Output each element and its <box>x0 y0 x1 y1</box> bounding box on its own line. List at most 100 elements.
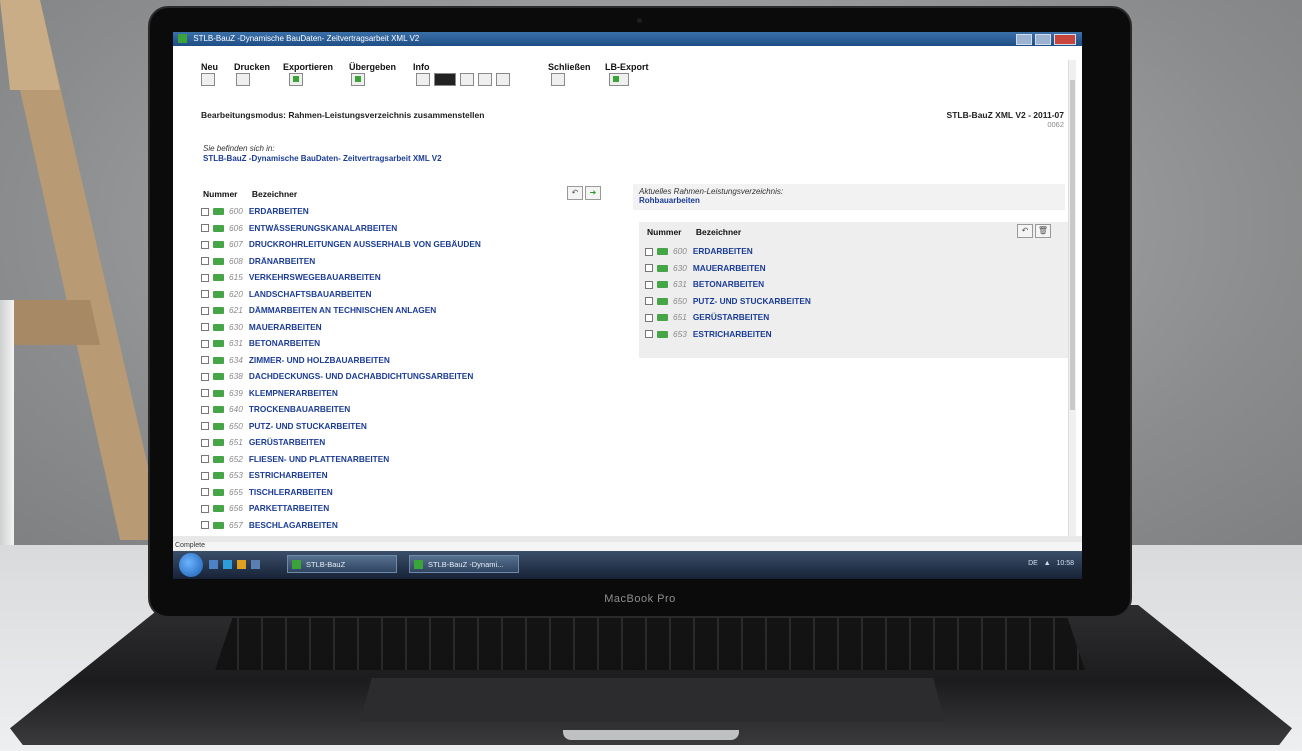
toolbar-close-label[interactable]: Schließen <box>548 62 591 72</box>
checkbox[interactable] <box>645 297 653 306</box>
export-icon[interactable] <box>289 73 303 86</box>
item-label[interactable]: DRÄNARBEITEN <box>249 256 315 266</box>
item-label[interactable]: ZIMMER- UND HOLZBAUARBEITEN <box>249 355 390 365</box>
list-item[interactable]: 615 VERKEHRSWEGEBAUARBEITEN <box>201 270 381 285</box>
item-label[interactable]: FLIESEN- UND PLATTENARBEITEN <box>249 454 389 464</box>
checkbox[interactable] <box>201 521 209 530</box>
checkbox[interactable] <box>645 264 653 273</box>
checkbox[interactable] <box>201 488 209 497</box>
list-item[interactable]: 620 LANDSCHAFTSBAUARBEITEN <box>201 287 371 302</box>
language-indicator[interactable]: DE <box>1028 560 1038 567</box>
list-item[interactable]: 651 GERÜSTARBEITEN <box>201 435 325 450</box>
item-label[interactable]: ERDARBEITEN <box>249 206 309 216</box>
mail-icon[interactable] <box>478 73 492 86</box>
item-label[interactable]: PARKETTARBEITEN <box>249 503 329 513</box>
list-item[interactable]: 606 ENTWÄSSERUNGSKANALARBEITEN <box>201 221 397 236</box>
browser-icon[interactable] <box>223 560 232 569</box>
list-item[interactable]: 634 ZIMMER- UND HOLZBAUARBEITEN <box>201 353 390 368</box>
window-icon[interactable] <box>496 73 510 86</box>
undo-icon[interactable]: ↶ <box>1017 224 1033 238</box>
toolbar-export-label[interactable]: Exportieren <box>283 62 333 72</box>
toolbar-new-label[interactable]: Neu <box>201 62 218 72</box>
list-item[interactable]: 653 ESTRICHARBEITEN <box>645 327 772 342</box>
item-label[interactable]: BETONARBEITEN <box>249 338 320 348</box>
list-item[interactable]: 650 PUTZ- UND STUCKARBEITEN <box>645 294 811 309</box>
help-icon[interactable] <box>460 73 474 86</box>
checkbox[interactable] <box>201 438 209 447</box>
toolbar-lbexport-label[interactable]: LB-Export <box>605 62 649 72</box>
list-item[interactable]: 655 TISCHLERARBEITEN <box>201 485 333 500</box>
checkbox[interactable] <box>201 339 209 348</box>
close-window-button[interactable] <box>1054 34 1076 45</box>
list-item[interactable]: 639 KLEMPNERARBEITEN <box>201 386 338 401</box>
list-item[interactable]: 600 ERDARBEITEN <box>645 244 753 259</box>
checkbox[interactable] <box>201 207 209 216</box>
item-label[interactable]: MAUERARBEITEN <box>693 263 766 273</box>
checkbox[interactable] <box>201 240 209 249</box>
list-item[interactable]: 607 DRUCKROHRLEITUNGEN AUSSERHALB VON GEB… <box>201 237 481 252</box>
item-label[interactable]: KLEMPNERARBEITEN <box>249 388 338 398</box>
lb-export-icon[interactable] <box>609 73 629 86</box>
undo-icon[interactable]: ↶ <box>567 186 583 200</box>
item-label[interactable]: TISCHLERARBEITEN <box>249 487 333 497</box>
item-label[interactable]: VERKEHRSWEGEBAUARBEITEN <box>249 272 381 282</box>
scroll-thumb[interactable] <box>1070 80 1075 410</box>
maximize-button[interactable] <box>1034 34 1051 45</box>
info-badge-icon[interactable] <box>434 73 456 86</box>
add-arrow-icon[interactable]: ➔ <box>585 186 601 200</box>
list-item[interactable]: 640 TROCKENBAUARBEITEN <box>201 402 350 417</box>
item-label[interactable]: BETONARBEITEN <box>693 279 764 289</box>
checkbox[interactable] <box>201 372 209 381</box>
checkbox[interactable] <box>201 323 209 332</box>
item-label[interactable]: ESTRICHARBEITEN <box>249 470 328 480</box>
clock[interactable]: 10:58 <box>1056 560 1074 567</box>
list-item[interactable]: 630 MAUERARBEITEN <box>645 261 766 276</box>
media-icon[interactable] <box>251 560 260 569</box>
item-label[interactable]: DACHDECKUNGS- UND DACHABDICHTUNGSARBEITE… <box>249 371 473 381</box>
checkbox[interactable] <box>201 455 209 464</box>
desktop-icon[interactable] <box>209 560 218 569</box>
item-label[interactable]: TROCKENBAUARBEITEN <box>249 404 350 414</box>
toolbar-print-label[interactable]: Drucken <box>234 62 270 72</box>
item-label[interactable]: DÄMMARBEITEN AN TECHNISCHEN ANLAGEN <box>249 305 436 315</box>
checkbox[interactable] <box>645 313 653 322</box>
item-label[interactable]: LANDSCHAFTSBAUARBEITEN <box>249 289 372 299</box>
item-label[interactable]: GERÜSTARBEITEN <box>249 437 325 447</box>
checkbox[interactable] <box>645 330 653 339</box>
checkbox[interactable] <box>201 306 209 315</box>
checkbox[interactable] <box>201 224 209 233</box>
folder-shortcut-icon[interactable] <box>237 560 246 569</box>
vertical-scrollbar[interactable] <box>1068 60 1076 540</box>
toolbar-info-label[interactable]: Info <box>413 62 430 72</box>
checkbox[interactable] <box>201 504 209 513</box>
trash-icon[interactable]: 🗑 <box>1035 224 1051 238</box>
taskbar-app-1[interactable]: STLB-BauZ <box>287 555 397 573</box>
list-item[interactable]: 621 DÄMMARBEITEN AN TECHNISCHEN ANLAGEN <box>201 303 436 318</box>
checkbox[interactable] <box>645 280 653 289</box>
checkbox[interactable] <box>201 405 209 414</box>
new-document-icon[interactable] <box>201 73 215 86</box>
list-item[interactable]: 657 BESCHLAGARBEITEN <box>201 518 338 533</box>
checkbox[interactable] <box>201 290 209 299</box>
minimize-button[interactable] <box>1015 34 1032 45</box>
exit-door-icon[interactable] <box>551 73 565 86</box>
item-label[interactable]: DRUCKROHRLEITUNGEN AUSSERHALB VON GEBÄUD… <box>249 239 481 249</box>
list-item[interactable]: 631 BETONARBEITEN <box>645 277 764 292</box>
item-label[interactable]: GERÜSTARBEITEN <box>693 312 769 322</box>
checkbox[interactable] <box>645 247 653 256</box>
taskbar-app-2[interactable]: STLB-BauZ -Dynami... <box>409 555 519 573</box>
item-label[interactable]: ERDARBEITEN <box>693 246 753 256</box>
list-item[interactable]: 600 ERDARBEITEN <box>201 204 309 219</box>
info-icon[interactable] <box>416 73 430 86</box>
checkbox[interactable] <box>201 471 209 480</box>
list-item[interactable]: 651 GERÜSTARBEITEN <box>645 310 769 325</box>
checkbox[interactable] <box>201 257 209 266</box>
list-item[interactable]: 650 PUTZ- UND STUCKARBEITEN <box>201 419 367 434</box>
printer-icon[interactable] <box>236 73 250 86</box>
checkbox[interactable] <box>201 356 209 365</box>
list-item[interactable]: 653 ESTRICHARBEITEN <box>201 468 328 483</box>
checkbox[interactable] <box>201 422 209 431</box>
checkbox[interactable] <box>201 273 209 282</box>
item-label[interactable]: PUTZ- UND STUCKARBEITEN <box>249 421 367 431</box>
item-label[interactable]: ENTWÄSSERUNGSKANALARBEITEN <box>249 223 397 233</box>
